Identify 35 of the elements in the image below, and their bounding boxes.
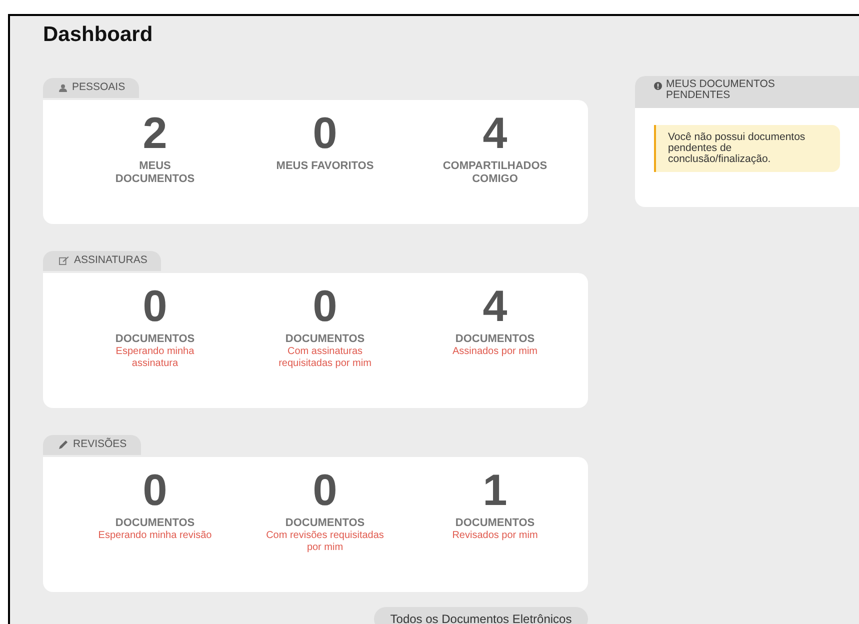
stat-number: 0 — [312, 469, 338, 513]
stat-label: DOCUMENTOS — [284, 517, 366, 530]
stat-number: 0 — [142, 285, 168, 329]
stat-label: COMPARTILHADOS COMIGO — [442, 160, 548, 186]
stat-caption: Esperando minha revisão — [97, 530, 213, 542]
stat-caption: Com assinaturas requisitadas por mim — [278, 346, 372, 370]
section-label: PESSOAIS — [72, 80, 126, 96]
edit-icon — [59, 256, 69, 265]
stat-label: MEUS DOCUMENTOS — [114, 160, 196, 186]
stat-number: 0 — [312, 112, 338, 156]
stat-number: 1 — [482, 469, 508, 513]
stat-label: DOCUMENTOS — [114, 333, 196, 346]
info-message: Você não possui documentos pendentes de conclusão/finalização. — [654, 125, 840, 172]
user-icon — [59, 84, 67, 92]
stat-number: 4 — [482, 285, 508, 329]
stat-number: 0 — [312, 285, 338, 329]
stat-caption: Esperando minha assinatura — [114, 346, 196, 370]
page-title: Dashboard — [43, 22, 153, 48]
panel-title: MEUS DOCUMENTOS PENDENTES — [666, 79, 776, 101]
pencil-icon — [59, 440, 68, 449]
stat-caption: Com revisões requisitadas por mim — [265, 530, 385, 554]
stat-label: MEUS FAVORITOS — [275, 160, 375, 173]
stat-label: DOCUMENTOS — [114, 517, 196, 530]
stat-label: DOCUMENTOS — [454, 517, 536, 530]
stat-label: DOCUMENTOS — [284, 333, 366, 346]
stat-caption: Assinados por mim — [451, 346, 539, 358]
section-label: REVISÕES — [73, 436, 127, 452]
stat-number: 2 — [142, 112, 168, 156]
all-documents-button[interactable]: Todos os Documentos Eletrônicos — [374, 607, 588, 624]
stat-number: 4 — [482, 112, 508, 156]
stat-caption: Revisados por mim — [451, 530, 539, 542]
stat-label: DOCUMENTOS — [454, 333, 536, 346]
stat-number: 0 — [142, 469, 168, 513]
info-icon — [654, 82, 662, 90]
section-label: ASSINATURAS — [74, 252, 148, 268]
